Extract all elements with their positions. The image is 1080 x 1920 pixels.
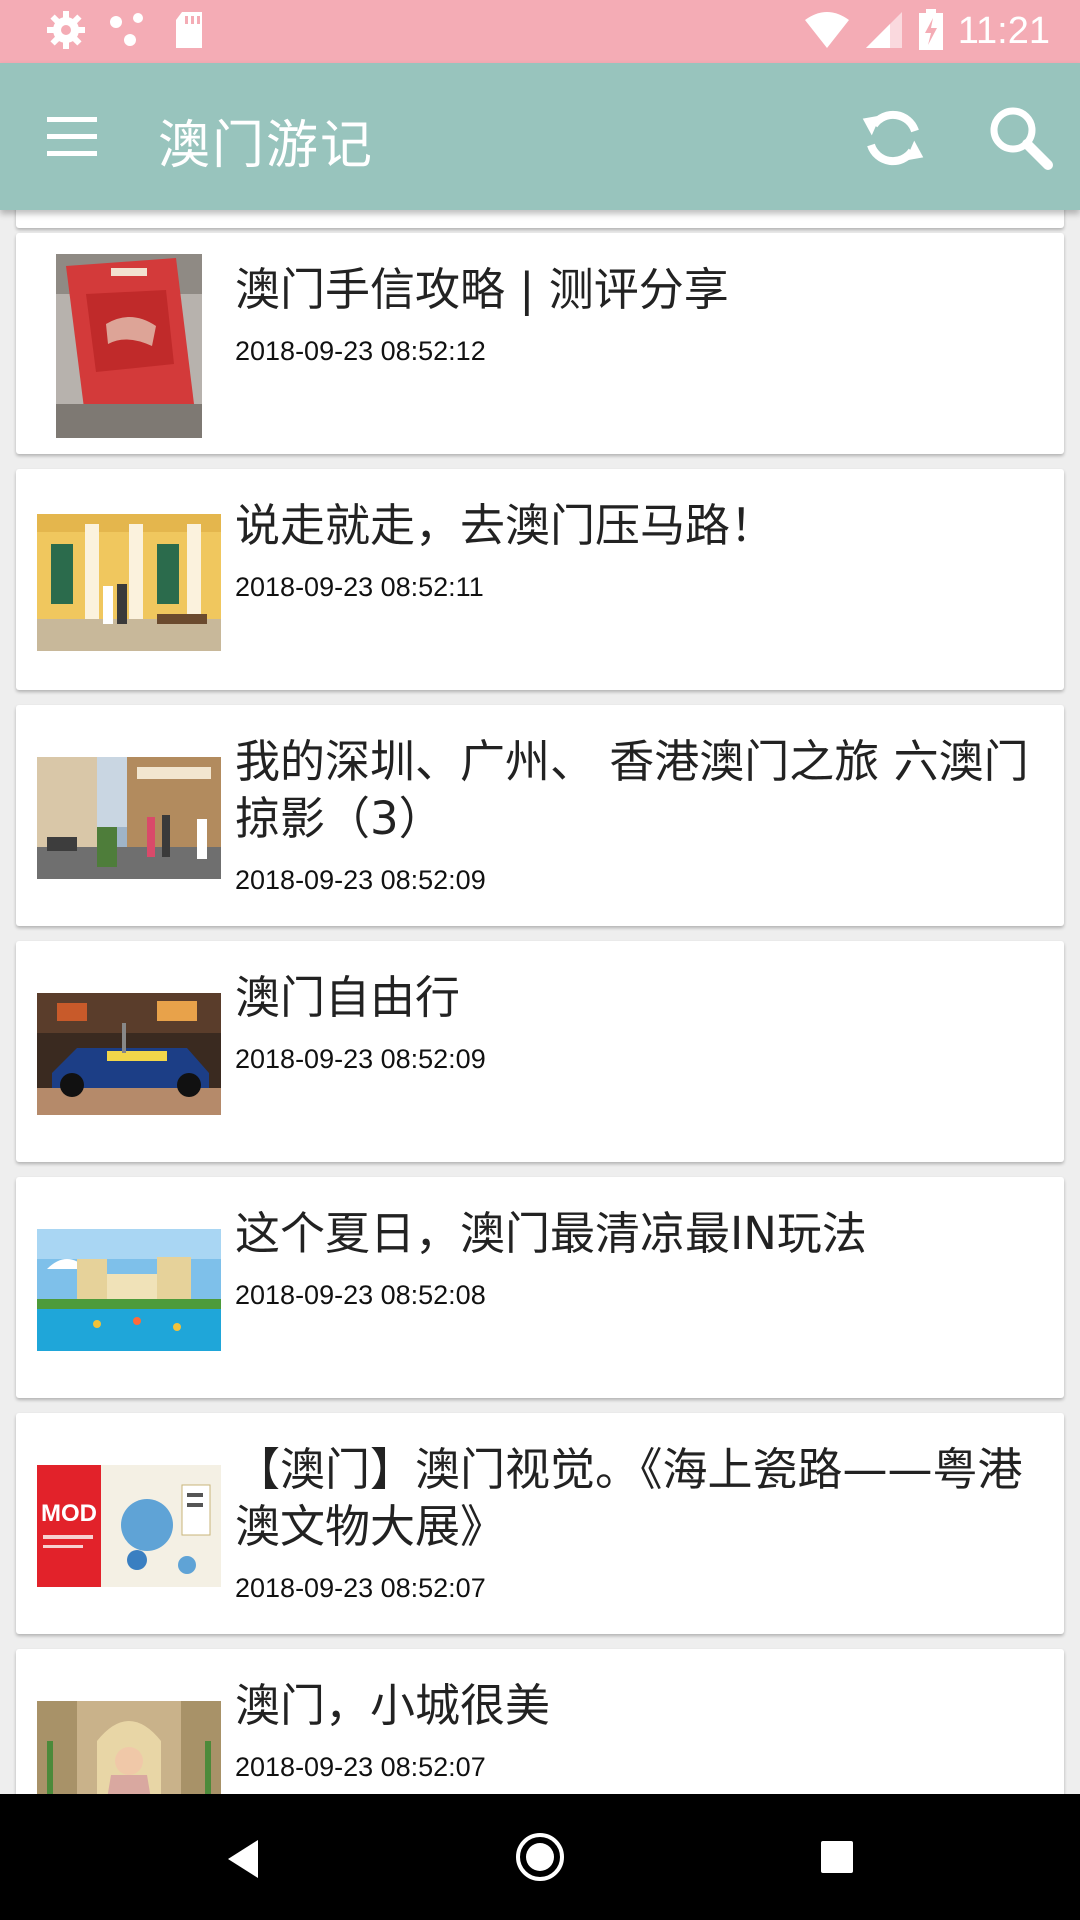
settings-icon [46, 10, 86, 54]
menu-icon[interactable] [47, 117, 97, 157]
article-title: 澳门自由行 [235, 971, 461, 1024]
list-item[interactable]: 澳门自由行 2018-09-23 08:52:09 [16, 941, 1064, 1162]
article-title: 这个夏日，澳门最清凉最IN玩法 [235, 1207, 867, 1260]
list-item[interactable]: 说走就走，去澳门压马路！ 2018-09-23 08:52:11 [16, 469, 1064, 690]
thumbnail-image [37, 1229, 221, 1351]
dots-icon [108, 10, 150, 54]
list-item[interactable]: MOD 【澳门】澳门视觉。《海上瓷路——粤港澳文物大展》 2018-09-23 … [16, 1413, 1064, 1634]
list-item[interactable]: 澳门，小城很美 2018-09-23 08:52:07 [16, 1649, 1064, 1794]
thumbnail-image [37, 993, 221, 1115]
wifi-icon [804, 10, 850, 54]
battery-charging-icon [918, 8, 944, 55]
refresh-icon[interactable] [858, 103, 928, 173]
search-icon[interactable] [986, 103, 1056, 173]
article-date: 2018-09-23 08:52:08 [235, 1280, 486, 1310]
article-title: 澳门手信攻略 | 测评分享 [235, 263, 729, 316]
article-title: 我的深圳、广州、 香港澳门之旅 六澳门掠影（3） [235, 735, 1029, 845]
list-item-partial[interactable] [16, 210, 1064, 228]
article-title: 澳门，小城很美 [235, 1679, 551, 1732]
status-bar-left [46, 10, 206, 54]
home-icon[interactable] [514, 1831, 566, 1883]
thumbnail-image [37, 514, 221, 651]
article-date: 2018-09-23 08:52:09 [235, 1044, 486, 1074]
article-date: 2018-09-23 08:52:12 [235, 336, 486, 366]
article-date: 2018-09-23 08:52:09 [235, 865, 486, 895]
article-date: 2018-09-23 08:52:07 [235, 1752, 486, 1782]
status-bar-right: 11:21 [804, 8, 1050, 55]
thumbnail-image [37, 757, 221, 879]
sd-card-icon [172, 10, 206, 54]
navigation-bar [0, 1794, 1080, 1920]
thumbnail-image [56, 254, 202, 438]
list-item[interactable]: 澳门手信攻略 | 测评分享 2018-09-23 08:52:12 [16, 233, 1064, 454]
poster-logo-text: MOD [41, 1500, 97, 1527]
article-date: 2018-09-23 08:52:11 [235, 572, 484, 602]
app-bar: 澳门游记 [0, 63, 1080, 210]
recent-apps-icon[interactable] [820, 1840, 854, 1874]
status-time: 11:21 [957, 10, 1050, 52]
article-list[interactable]: 澳门手信攻略 | 测评分享 2018-09-23 08:52:12 说走就走，去… [0, 210, 1080, 1794]
list-item[interactable]: 我的深圳、广州、 香港澳门之旅 六澳门掠影（3） 2018-09-23 08:5… [16, 705, 1064, 926]
article-title: 【澳门】澳门视觉。《海上瓷路——粤港澳文物大展》 [235, 1443, 1023, 1553]
thumbnail-image: MOD [37, 1465, 221, 1587]
list-item[interactable]: 这个夏日，澳门最清凉最IN玩法 2018-09-23 08:52:08 [16, 1177, 1064, 1398]
thumbnail-image [37, 1701, 221, 1794]
signal-icon [864, 10, 904, 54]
page-title: 澳门游记 [158, 116, 375, 176]
back-icon[interactable] [222, 1834, 272, 1884]
article-date: 2018-09-23 08:52:07 [235, 1573, 486, 1603]
article-title: 说走就走，去澳门压马路！ [235, 499, 776, 552]
status-bar: 11:21 [0, 0, 1080, 63]
